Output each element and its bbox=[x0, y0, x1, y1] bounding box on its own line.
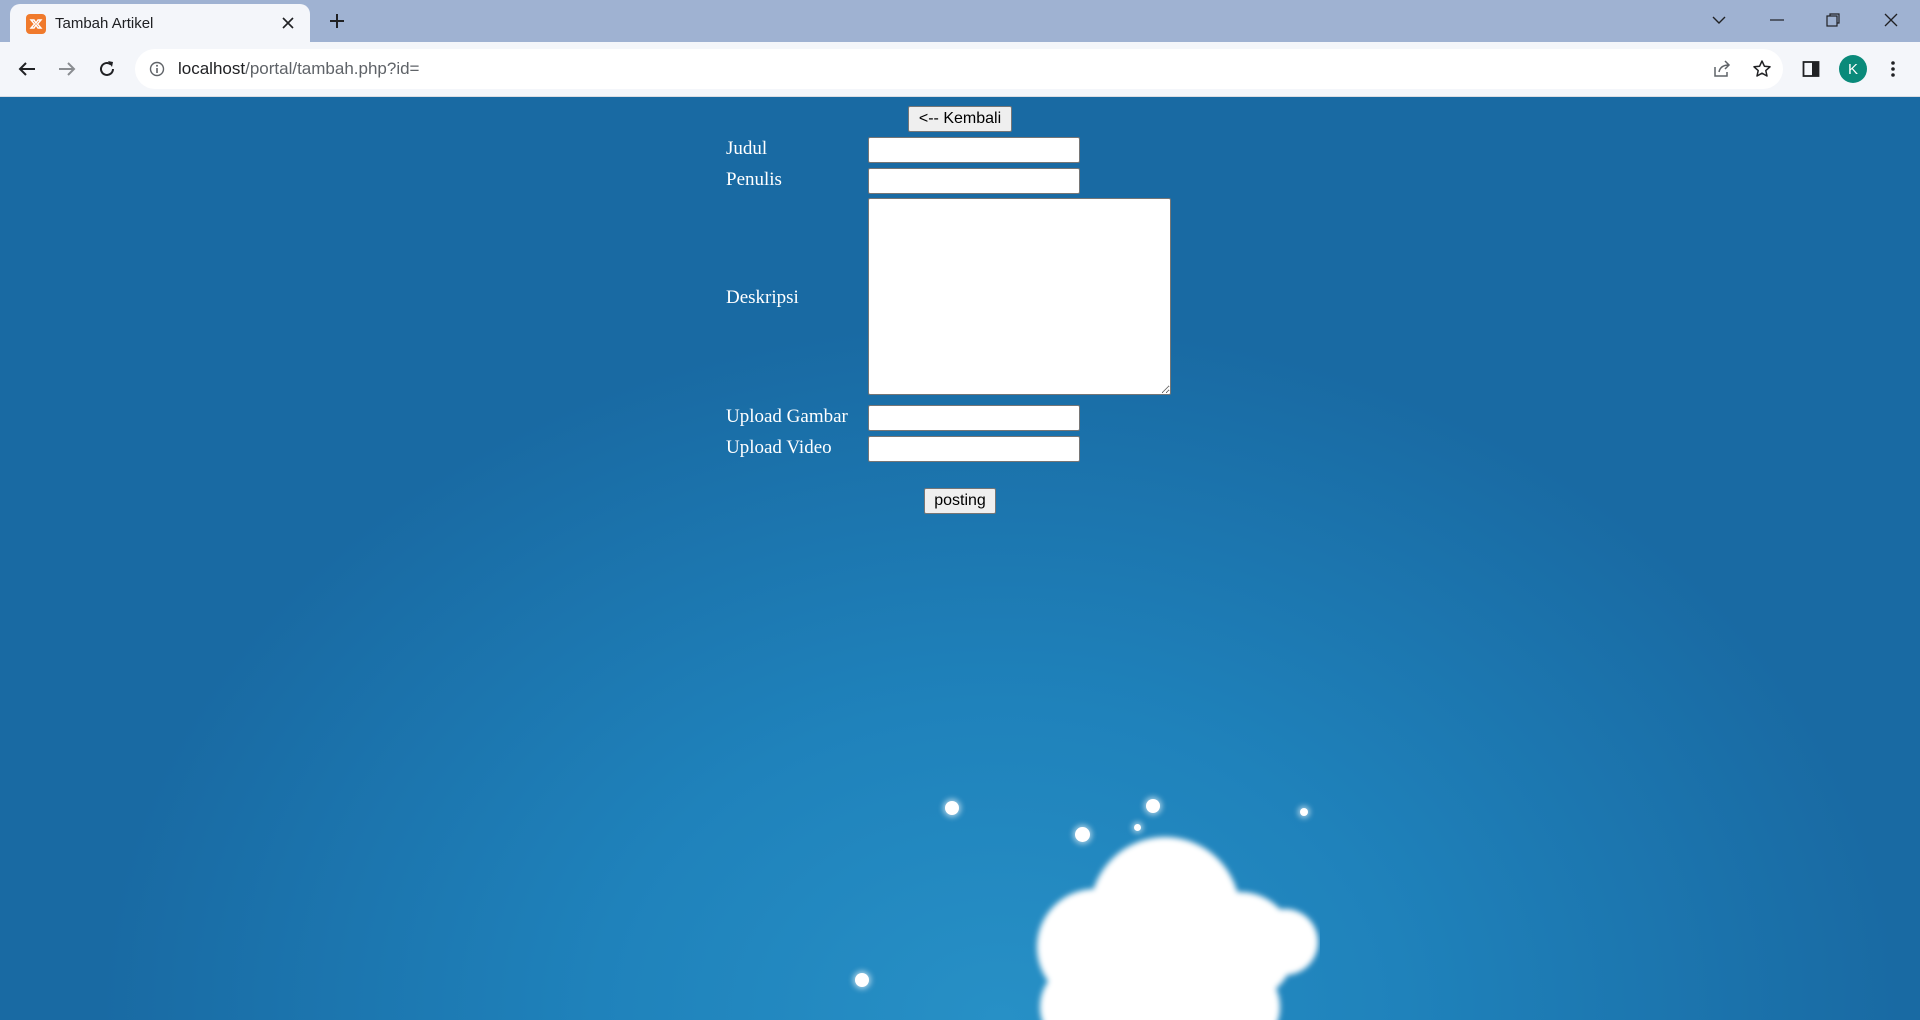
share-icon[interactable] bbox=[1711, 58, 1733, 80]
close-icon[interactable] bbox=[278, 13, 298, 33]
snow-dot bbox=[1146, 799, 1160, 813]
judul-label: Judul bbox=[726, 138, 768, 159]
side-panel-icon[interactable] bbox=[1795, 53, 1827, 85]
penulis-input[interactable] bbox=[868, 168, 1080, 194]
reload-icon[interactable] bbox=[91, 53, 123, 85]
page-content: <-- Kembali Judul Penulis Deskripsi Uplo… bbox=[0, 97, 1920, 1020]
snow-dot bbox=[1300, 808, 1308, 816]
more-menu-icon[interactable] bbox=[1877, 53, 1909, 85]
penulis-label: Penulis bbox=[726, 169, 782, 190]
back-button[interactable]: <-- Kembali bbox=[908, 106, 1012, 132]
url-text[interactable]: localhost/portal/tambah.php?id= bbox=[178, 59, 419, 79]
browser-toolbar: localhost/portal/tambah.php?id= K bbox=[0, 42, 1920, 97]
xampp-icon bbox=[26, 14, 46, 34]
restore-icon[interactable] bbox=[1813, 4, 1853, 36]
profile-avatar[interactable]: K bbox=[1839, 55, 1867, 83]
snow-dot bbox=[855, 973, 869, 987]
upload-gambar-label: Upload Gambar bbox=[726, 406, 848, 427]
browser-tab[interactable]: Tambah Artikel bbox=[10, 4, 310, 42]
address-bar[interactable]: localhost/portal/tambah.php?id= bbox=[135, 49, 1783, 89]
snow-dot bbox=[945, 801, 959, 815]
bookmark-star-icon[interactable] bbox=[1751, 58, 1773, 80]
url-path: /portal/tambah.php?id= bbox=[245, 59, 420, 78]
close-window-icon[interactable] bbox=[1871, 4, 1911, 36]
info-icon[interactable] bbox=[148, 60, 166, 78]
posting-button[interactable]: posting bbox=[924, 488, 996, 514]
new-tab-button[interactable] bbox=[325, 9, 349, 33]
judul-input[interactable] bbox=[868, 137, 1080, 163]
deskripsi-textarea[interactable] bbox=[868, 198, 1171, 395]
url-host: localhost bbox=[178, 59, 246, 78]
upload-video-input[interactable] bbox=[868, 436, 1080, 462]
tab-strip: Tambah Artikel bbox=[0, 0, 1920, 42]
upload-gambar-input[interactable] bbox=[868, 405, 1080, 431]
tab-title: Tambah Artikel bbox=[55, 15, 154, 32]
back-arrow-icon[interactable] bbox=[11, 53, 43, 85]
minimize-icon[interactable] bbox=[1757, 4, 1797, 36]
upload-video-label: Upload Video bbox=[726, 437, 832, 458]
deskripsi-label: Deskripsi bbox=[726, 287, 799, 308]
cloud-icon bbox=[1037, 837, 1318, 1020]
forward-arrow-icon[interactable] bbox=[51, 53, 83, 85]
tab-search-icon[interactable] bbox=[1699, 4, 1739, 36]
